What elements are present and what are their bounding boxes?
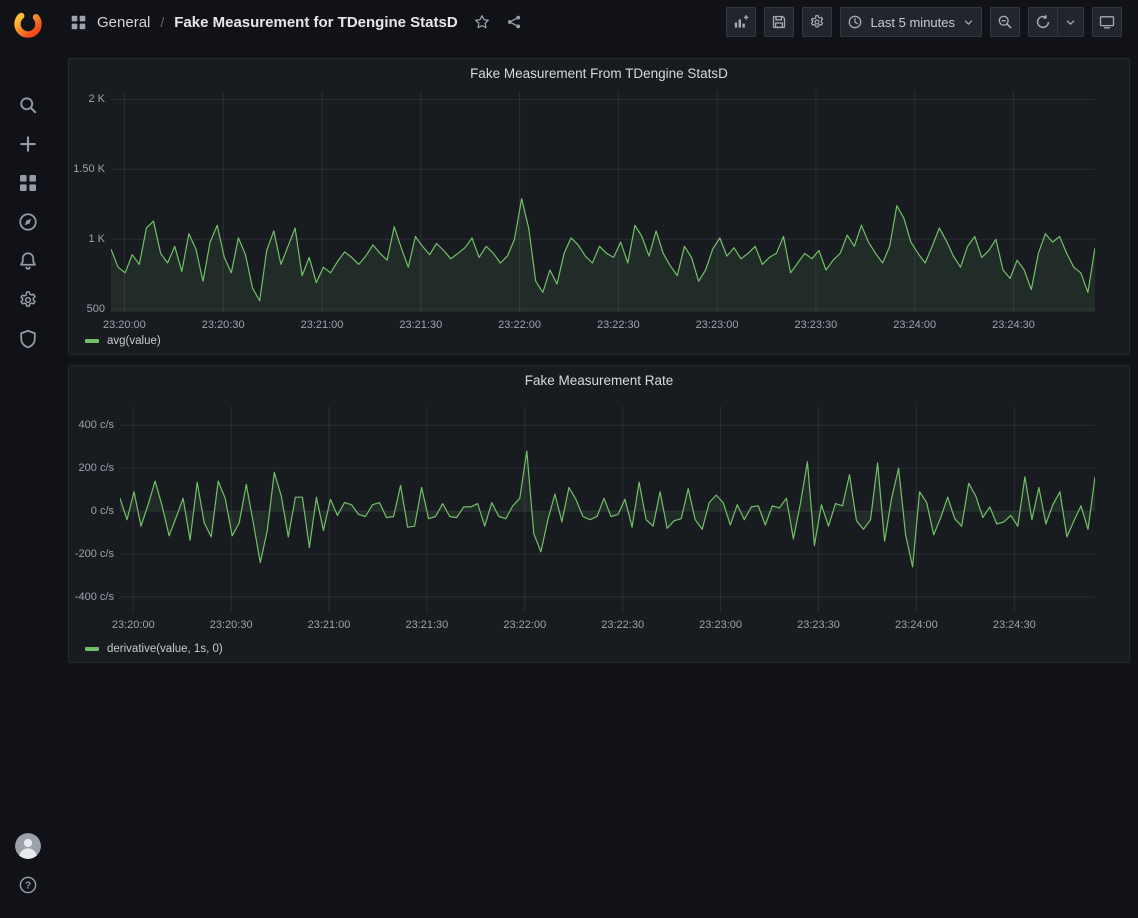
legend-series-swatch [85, 647, 99, 651]
cycle-view-monitor-icon [1099, 14, 1115, 30]
legend-series-swatch [85, 339, 99, 343]
x-tick-label: 23:24:00 [895, 619, 938, 631]
x-tick-label: 23:22:30 [601, 619, 644, 631]
x-tick-label: 23:20:30 [210, 619, 253, 631]
x-tick-label: 23:21:30 [405, 619, 448, 631]
zoom-out-icon [997, 14, 1013, 30]
sidebar-item-dashboards[interactable] [0, 163, 55, 202]
clock-icon [847, 14, 863, 30]
alerting-bell-icon [18, 251, 38, 271]
add-panel-icon [733, 14, 749, 30]
x-tick-label: 23:23:00 [699, 619, 742, 631]
chevron-down-icon [1064, 16, 1077, 29]
search-icon [18, 95, 38, 115]
sidebar-bottom: ? [0, 826, 55, 904]
y-tick-label: 500 [87, 303, 105, 315]
share-icon [506, 14, 522, 30]
dashboard-canvas: Fake Measurement From TDengine StatsD av… [55, 44, 1138, 918]
y-tick-label: 1 K [88, 233, 105, 245]
plus-icon [18, 134, 38, 154]
y-tick-label: -400 c/s [75, 591, 114, 603]
panel-fake-measurement: Fake Measurement From TDengine StatsD av… [68, 58, 1130, 355]
star-icon [474, 14, 490, 30]
panel-title[interactable]: Fake Measurement From TDengine StatsD [69, 59, 1129, 87]
x-tick-label: 23:23:30 [794, 319, 837, 331]
help-icon: ? [18, 875, 38, 895]
legend-series-label: avg(value) [107, 335, 161, 347]
dashboard-title: Fake Measurement for TDengine StatsD [174, 14, 457, 31]
time-range-label: Last 5 minutes [870, 15, 955, 30]
x-tick-label: 23:21:00 [308, 619, 351, 631]
star-dashboard-button[interactable] [474, 14, 490, 30]
user-avatar [15, 833, 41, 859]
cycle-view-mode-button[interactable] [1092, 7, 1122, 37]
y-tick-label: 2 K [88, 93, 105, 105]
refresh-icon [1035, 14, 1051, 30]
sidebar-menu [0, 85, 55, 358]
x-tick-label: 23:20:00 [112, 619, 155, 631]
plot-area[interactable] [111, 91, 1095, 312]
server-admin-shield-icon [18, 329, 38, 349]
x-tick-label: 23:20:00 [103, 319, 146, 331]
y-tick-label: -200 c/s [75, 548, 114, 560]
chevron-down-icon [962, 16, 975, 29]
grafana-logo[interactable] [11, 7, 45, 41]
refresh-dashboard-button[interactable] [1028, 7, 1058, 37]
topbar: General / Fake Measurement for TDengine … [55, 0, 1138, 44]
breadcrumb: General / Fake Measurement for TDengine … [70, 14, 726, 31]
breadcrumb-folder[interactable]: General [97, 14, 150, 31]
x-tick-label: 23:20:30 [202, 319, 245, 331]
time-range-picker[interactable]: Last 5 minutes [840, 7, 982, 37]
panel-fake-measurement-rate: Fake Measurement Rate derivative(value, … [68, 365, 1130, 663]
dashboards-grid-icon [70, 14, 87, 31]
x-tick-label: 23:22:00 [503, 619, 546, 631]
x-tick-label: 23:24:30 [992, 319, 1035, 331]
toolbar: Last 5 minutes [726, 7, 1122, 37]
x-tick-label: 23:24:30 [993, 619, 1036, 631]
save-dashboard-button[interactable] [764, 7, 794, 37]
explore-compass-icon [18, 212, 38, 232]
sidebar-item-search[interactable] [0, 85, 55, 124]
breadcrumb-separator: / [160, 14, 164, 30]
sidebar-item-profile[interactable] [0, 826, 55, 865]
svg-text:?: ? [24, 880, 30, 891]
configuration-gear-icon [18, 290, 38, 310]
y-tick-label: 200 c/s [79, 462, 114, 474]
sidebar-item-create[interactable] [0, 124, 55, 163]
x-tick-label: 23:24:00 [893, 319, 936, 331]
share-dashboard-button[interactable] [506, 14, 522, 30]
add-panel-button[interactable] [726, 7, 756, 37]
x-tick-label: 23:23:30 [797, 619, 840, 631]
chart-svg [111, 91, 1095, 312]
legend-item[interactable]: derivative(value, 1s, 0) [85, 643, 223, 655]
x-tick-label: 23:22:30 [597, 319, 640, 331]
grafana-logo-icon [13, 9, 43, 39]
panel-title[interactable]: Fake Measurement Rate [69, 366, 1129, 394]
legend-series-label: derivative(value, 1s, 0) [107, 643, 223, 655]
x-tick-label: 23:23:00 [696, 319, 739, 331]
sidebar-item-server-admin[interactable] [0, 319, 55, 358]
y-tick-label: 0 c/s [91, 505, 114, 517]
refresh-button-group [1028, 7, 1084, 37]
sidebar-item-configuration[interactable] [0, 280, 55, 319]
dashboards-grid-icon [18, 173, 38, 193]
sidebar: ? [0, 0, 55, 918]
save-dashboard-icon [771, 14, 787, 30]
x-tick-label: 23:22:00 [498, 319, 541, 331]
zoom-out-time-button[interactable] [990, 7, 1020, 37]
x-tick-label: 23:21:30 [399, 319, 442, 331]
legend-item[interactable]: avg(value) [85, 335, 161, 347]
dashboard-settings-button[interactable] [802, 7, 832, 37]
sidebar-item-explore[interactable] [0, 202, 55, 241]
y-tick-label: 1.50 K [73, 163, 105, 175]
sidebar-item-alerting[interactable] [0, 241, 55, 280]
chart-svg [120, 406, 1095, 612]
refresh-interval-dropdown[interactable] [1058, 7, 1084, 37]
dashboard-settings-gear-icon [809, 14, 825, 30]
plot-area[interactable] [120, 406, 1095, 612]
y-tick-label: 400 c/s [79, 419, 114, 431]
sidebar-item-help[interactable]: ? [0, 865, 55, 904]
x-tick-label: 23:21:00 [301, 319, 344, 331]
